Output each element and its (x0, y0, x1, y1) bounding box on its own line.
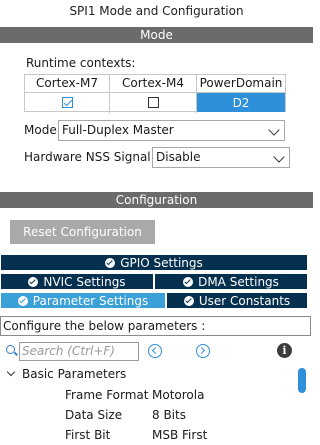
context-cortex-m7: Cortex-M7 (25, 75, 110, 113)
context-cortex-m4: Cortex-M4 (110, 75, 197, 113)
mode-select[interactable]: Full-Duplex Master (58, 120, 285, 141)
param-name: Frame Format (65, 388, 149, 402)
power-domain-label: PowerDomain (197, 75, 285, 93)
check-circle-icon (17, 296, 28, 306)
mode-section-header: Mode (0, 27, 313, 43)
param-value: Motorola (152, 388, 205, 402)
runtime-contexts-label: Runtime contexts: (26, 56, 136, 70)
chevron-down-icon (268, 124, 280, 136)
scrollbar-thumb[interactable] (298, 368, 306, 393)
nss-select-value: Disable (156, 150, 201, 164)
mode-select-value: Full-Duplex Master (62, 123, 174, 137)
cortex-m7-checkbox[interactable] (61, 97, 73, 108)
tab-user-constants-label: User Constants (198, 294, 291, 308)
check-circle-icon (28, 277, 39, 287)
context-cortex-m4-label: Cortex-M4 (110, 75, 196, 93)
param-name: Data Size (65, 408, 123, 422)
param-value: 8 Bits (152, 408, 186, 422)
mode-label: Mode (24, 123, 57, 137)
param-value: MSB First (152, 428, 208, 442)
check-circle-icon (183, 296, 194, 306)
chevron-down-icon (6, 367, 16, 377)
param-name: First Bit (65, 428, 111, 442)
runtime-contexts-table: Cortex-M7 Cortex-M4 PowerDomain D2 (24, 74, 286, 113)
check-circle-icon (183, 277, 194, 287)
tab-gpio-settings[interactable]: GPIO Settings (0, 254, 308, 271)
cortex-m4-checkbox[interactable] (147, 97, 159, 108)
tab-dma-settings[interactable]: DMA Settings (154, 273, 308, 290)
tab-parameter-settings[interactable]: Parameter Settings (0, 292, 166, 309)
tab-gpio-label: GPIO Settings (120, 256, 203, 270)
chevron-down-icon (273, 151, 285, 163)
window-title: SPI1 Mode and Configuration (69, 4, 244, 18)
info-icon[interactable]: i (277, 343, 292, 358)
previous-result-icon[interactable] (148, 344, 162, 358)
check-circle-icon (105, 258, 116, 268)
configuration-section-header: Configuration (0, 192, 313, 208)
tab-dma-label: DMA Settings (198, 275, 279, 289)
reset-configuration-button[interactable]: Reset Configuration (10, 220, 155, 244)
power-domain-value[interactable]: D2 (197, 93, 285, 112)
tab-nvic-label: NVIC Settings (43, 275, 126, 289)
search-bar: Search (Ctrl+F) i (4, 342, 304, 362)
basic-parameters-label: Basic Parameters (22, 367, 127, 381)
tab-user-constants[interactable]: User Constants (166, 292, 308, 309)
tab-nvic-settings[interactable]: NVIC Settings (0, 273, 154, 290)
search-icon (6, 345, 15, 354)
context-power-domain: PowerDomain D2 (197, 75, 285, 113)
nss-select[interactable]: Disable (152, 147, 290, 168)
basic-parameters-group[interactable]: Basic Parameters (6, 367, 126, 381)
tab-parameter-label: Parameter Settings (32, 294, 149, 308)
nss-label: Hardware NSS Signal (24, 150, 151, 164)
search-input[interactable]: Search (Ctrl+F) (19, 342, 139, 361)
context-cortex-m7-label: Cortex-M7 (25, 75, 109, 93)
configure-hint: Configure the below parameters : (0, 316, 311, 336)
next-result-icon[interactable] (196, 344, 210, 358)
